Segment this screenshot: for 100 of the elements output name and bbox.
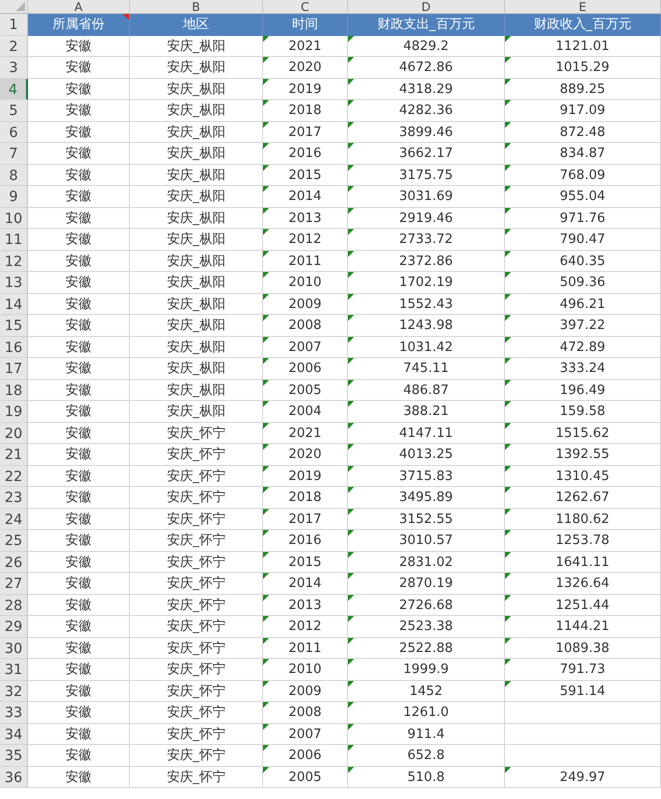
table-cell: 872.48	[505, 122, 661, 143]
row-header[interactable]: 2	[0, 36, 28, 57]
table-cell: 472.89	[505, 336, 661, 358]
table-cell: 1392.55	[505, 444, 661, 466]
table-cell: 2019	[263, 78, 348, 100]
row-header[interactable]: 11	[0, 229, 28, 250]
row-header[interactable]: 20	[0, 422, 28, 444]
table-cell: 2017	[263, 122, 348, 143]
row-header[interactable]: 22	[0, 466, 28, 487]
table-cell: 安徽	[28, 552, 130, 573]
row-header[interactable]: 30	[0, 638, 28, 659]
row-header[interactable]: 31	[0, 659, 28, 680]
table-cell: 安徽	[28, 487, 130, 508]
row-header[interactable]: 27	[0, 573, 28, 594]
row-header[interactable]: 8	[0, 164, 28, 186]
row-header[interactable]: 23	[0, 487, 28, 508]
row-header[interactable]: 21	[0, 444, 28, 466]
table-cell: 安徽	[28, 336, 130, 358]
row-header[interactable]: 9	[0, 186, 28, 208]
row-header[interactable]: 14	[0, 294, 28, 315]
table-cell: 2014	[263, 573, 348, 594]
row-header[interactable]: 13	[0, 272, 28, 294]
table-cell: 591.14	[505, 680, 661, 702]
table-cell: 1253.78	[505, 530, 661, 552]
table-cell: 3899.46	[348, 122, 505, 143]
header-cell: 财政收入_百万元	[505, 14, 661, 36]
table-cell: 2522.88	[348, 638, 505, 659]
table-cell: 768.09	[505, 164, 661, 186]
row-header[interactable]: 36	[0, 766, 28, 788]
row-header[interactable]: 25	[0, 530, 28, 552]
table-cell: 971.76	[505, 208, 661, 229]
table-cell: 2016	[263, 530, 348, 552]
row-header[interactable]: 33	[0, 702, 28, 724]
table-cell: 安庆_枞阳	[130, 358, 263, 380]
column-header[interactable]: B	[130, 0, 263, 14]
row-header[interactable]: 35	[0, 745, 28, 766]
row-header[interactable]: 5	[0, 100, 28, 122]
table-cell: 388.21	[348, 401, 505, 422]
column-header[interactable]: E	[505, 0, 661, 14]
table-cell: 3175.75	[348, 164, 505, 186]
table-cell: 安庆_枞阳	[130, 401, 263, 422]
table-cell: 2014	[263, 186, 348, 208]
table-cell: 安徽	[28, 164, 130, 186]
row-header[interactable]: 28	[0, 594, 28, 616]
table-cell: 安徽	[28, 250, 130, 272]
table-cell: 安庆_怀宁	[130, 508, 263, 530]
table-cell: 510.8	[348, 766, 505, 788]
row-header[interactable]: 34	[0, 724, 28, 745]
table-cell: 1180.62	[505, 508, 661, 530]
row-header[interactable]: 19	[0, 401, 28, 422]
table-cell: 安徽	[28, 229, 130, 250]
table-cell: 安徽	[28, 508, 130, 530]
table-cell: 安徽	[28, 380, 130, 401]
table-cell: 2019	[263, 466, 348, 487]
table-cell: 917.09	[505, 100, 661, 122]
table-cell: 安徽	[28, 594, 130, 616]
table-cell: 1015.29	[505, 57, 661, 78]
table-cell: 509.36	[505, 272, 661, 294]
table-cell: 安庆_枞阳	[130, 78, 263, 100]
table-cell: 4829.2	[348, 36, 505, 57]
row-header[interactable]: 6	[0, 122, 28, 143]
row-header[interactable]: 7	[0, 143, 28, 164]
row-header[interactable]: 12	[0, 250, 28, 272]
table-cell: 安徽	[28, 358, 130, 380]
table-cell: 2021	[263, 422, 348, 444]
table-cell: 安徽	[28, 57, 130, 78]
column-header[interactable]: A	[28, 0, 130, 14]
table-cell: 1702.19	[348, 272, 505, 294]
table-cell: 安庆_怀宁	[130, 552, 263, 573]
row-header[interactable]: 29	[0, 616, 28, 638]
row-header[interactable]: 32	[0, 680, 28, 702]
row-header[interactable]: 24	[0, 508, 28, 530]
table-cell: 安徽	[28, 143, 130, 164]
table-cell: 安徽	[28, 100, 130, 122]
table-cell: 3662.17	[348, 143, 505, 164]
table-cell: 安庆_怀宁	[130, 487, 263, 508]
table-cell: 889.25	[505, 78, 661, 100]
table-cell: 1552.43	[348, 294, 505, 315]
row-header[interactable]: 10	[0, 208, 28, 229]
table-cell: 2007	[263, 336, 348, 358]
select-all-icon[interactable]	[16, 2, 25, 11]
table-cell: 安庆_怀宁	[130, 466, 263, 487]
row-header[interactable]: 1	[0, 14, 28, 36]
row-header[interactable]: 3	[0, 57, 28, 78]
row-header[interactable]: 26	[0, 552, 28, 573]
table-cell: 397.22	[505, 315, 661, 336]
table-cell: 911.4	[348, 724, 505, 745]
row-header[interactable]: 15	[0, 315, 28, 336]
header-cell: 所属省份	[28, 14, 130, 36]
table-cell: 安庆_怀宁	[130, 638, 263, 659]
table-cell: 1243.98	[348, 315, 505, 336]
row-header[interactable]: 4	[0, 78, 28, 100]
row-header[interactable]: 16	[0, 336, 28, 358]
table-cell: 1089.38	[505, 638, 661, 659]
column-header[interactable]: C	[263, 0, 348, 14]
column-header[interactable]: D	[348, 0, 505, 14]
row-header[interactable]: 18	[0, 380, 28, 401]
row-header[interactable]: 17	[0, 358, 28, 380]
table-cell: 2009	[263, 294, 348, 315]
table-cell: 安庆_枞阳	[130, 380, 263, 401]
